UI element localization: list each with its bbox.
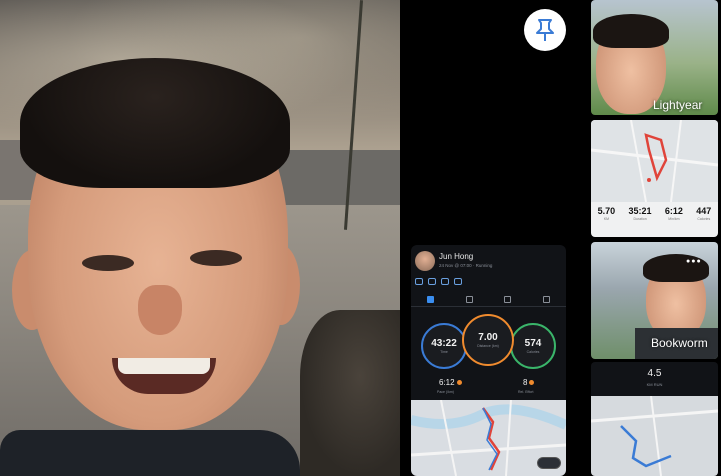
activity-tabs [411, 293, 566, 307]
pace-value: 6:12 [439, 378, 455, 387]
tab-charts[interactable] [489, 293, 528, 306]
route-map-small [591, 395, 718, 476]
map-toggle[interactable] [537, 457, 561, 469]
map-drawing [591, 395, 718, 476]
details-icon [543, 296, 551, 303]
calories-ring: 574 Calories [510, 323, 556, 369]
effort-stat: 8 [523, 378, 535, 387]
time-value: 43:22 [431, 338, 457, 349]
effort-icon [529, 380, 535, 385]
pace-stat: 6:12 [439, 378, 462, 387]
photo-sticker-bookworm[interactable]: ●●● Bookworm [591, 242, 718, 359]
left-eye [82, 255, 134, 271]
shirt [0, 430, 300, 476]
athlete-avatar [415, 251, 435, 271]
distance-value: 7.00 [478, 332, 498, 343]
like-icon[interactable] [415, 278, 423, 285]
athlete-name: Jun Hong [439, 252, 474, 261]
calories-value: 574 [524, 338, 542, 349]
pace-label: Pace (/km) [437, 390, 454, 394]
route-stats-card[interactable]: 5.70 KM 35:21 Duration 6:12 Min/km 447 C… [591, 120, 718, 237]
tab-splits[interactable] [450, 293, 489, 306]
route-map-small [591, 120, 718, 203]
sticker-label: Bookworm [651, 336, 708, 350]
time-label: Time [440, 350, 448, 354]
share-icon[interactable] [441, 278, 449, 285]
right-eye [190, 250, 242, 266]
distance-label: Distance (km) [477, 344, 499, 348]
stat-distance: 5.70 KM [597, 206, 616, 221]
calories-label: Calories [526, 350, 540, 354]
camera-preview [0, 0, 400, 476]
tab-details[interactable] [527, 293, 566, 306]
stat-pace: 6:12 Min/km [664, 206, 683, 221]
nose [138, 285, 182, 335]
activity-date: 24 Nov @ 07:00 · Running [439, 263, 493, 268]
charts-icon [504, 296, 512, 303]
hair [20, 58, 290, 188]
time-ring: 43:22 Time [421, 323, 467, 369]
distance-ring: 7.00 Distance (km) [462, 314, 514, 366]
pin-button[interactable] [524, 9, 566, 51]
shore-rocks [300, 310, 400, 476]
run-distance-card[interactable]: 4.5 KM RUN [591, 362, 718, 476]
stat-duration: 35:21 Duration [628, 206, 652, 221]
splits-icon [465, 296, 473, 303]
gear-icon[interactable] [454, 278, 462, 285]
map-drawing [591, 120, 718, 203]
effort-label: Rel. Effort [518, 390, 534, 394]
sticker-label: Lightyear [653, 98, 703, 112]
more-options-icon[interactable]: ●●● [686, 258, 702, 265]
route-stats: 5.70 KM 35:21 Duration 6:12 Min/km 447 C… [591, 206, 718, 221]
pin-icon [536, 19, 554, 41]
tab-summary[interactable] [411, 293, 450, 306]
comment-icon[interactable] [428, 278, 436, 285]
summary-icon [426, 296, 434, 303]
hair [593, 14, 669, 48]
photo-sticker-lightyear[interactable]: Lightyear [591, 0, 718, 115]
social-actions [415, 278, 462, 285]
activity-summary-card[interactable]: Jun Hong 24 Nov @ 07:00 · Running 43:22 … [411, 245, 566, 476]
stat-calories: 447 Calories [696, 206, 712, 221]
effort-value: 8 [523, 378, 528, 387]
pace-icon [456, 380, 462, 385]
run-distance-label: KM RUN [646, 382, 663, 387]
run-distance-value: 4.5 [647, 368, 662, 379]
